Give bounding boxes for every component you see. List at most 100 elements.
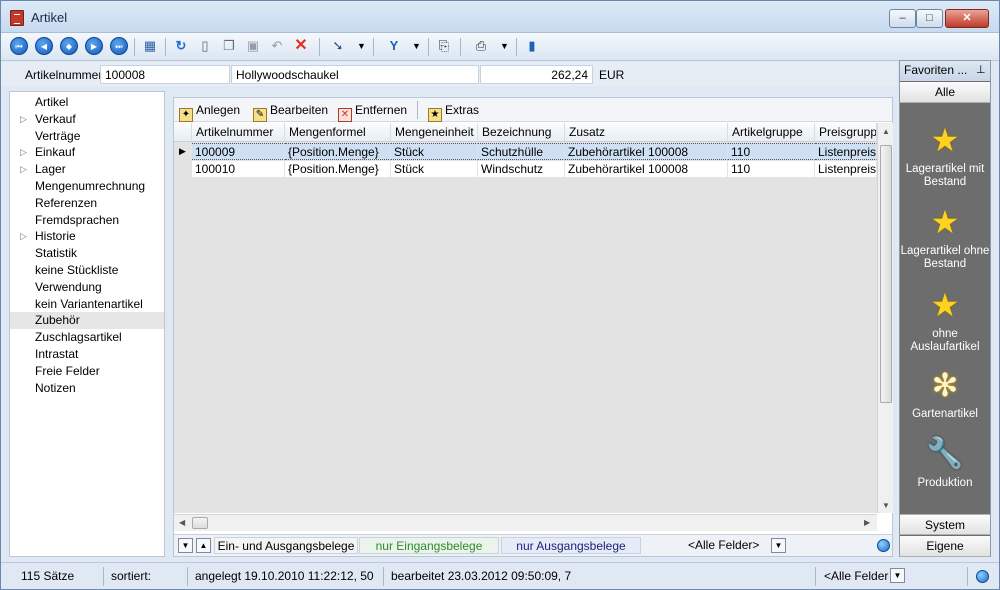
table-cell[interactable]: Stück	[391, 143, 478, 160]
status-fields-dropdown-arrow[interactable]: ▼	[890, 568, 905, 583]
nav-item[interactable]: Verträge	[10, 128, 164, 145]
filter-icon[interactable]: Y	[385, 37, 403, 55]
previous-record-icon[interactable]: ◀	[35, 37, 53, 55]
column-header[interactable]: Preisgruppe	[815, 123, 877, 142]
nav-item[interactable]: Zubehör	[10, 312, 164, 330]
pointer-dropdown-arrow[interactable]: ▼	[357, 37, 366, 55]
delete-icon[interactable]: ✕	[292, 37, 310, 55]
nav-item[interactable]: Freie Felder	[10, 363, 164, 380]
table-cell[interactable]: Zubehörartikel 100008	[565, 143, 728, 160]
pin-icon[interactable]: ⊥	[976, 61, 986, 80]
status-fields-select[interactable]: <Alle Felder>	[819, 567, 889, 586]
scroll-left-icon[interactable]: ◀	[179, 518, 185, 527]
horizontal-scrollbar[interactable]: ◀ ▶	[174, 514, 877, 531]
column-header[interactable]: Bezeichnung	[478, 123, 565, 142]
favorites-tab-eigene[interactable]: Eigene	[900, 536, 990, 557]
favorites-tab-system[interactable]: System	[900, 514, 990, 535]
filter-incoming-tab[interactable]: nur Eingangsbelege	[359, 537, 499, 554]
vertical-scrollbar[interactable]: ▲ ▼	[877, 123, 893, 513]
table-view-icon[interactable]: ▦	[141, 37, 159, 55]
pointer-icon[interactable]: ➘	[329, 37, 347, 55]
table-cell[interactable]: Zubehörartikel 100008	[565, 161, 728, 178]
nav-item[interactable]: Referenzen	[10, 195, 164, 212]
table-cell[interactable]: 100009	[192, 143, 285, 160]
nav-item[interactable]: kein Variantenartikel	[10, 296, 164, 313]
nav-item[interactable]: ▷ Verkauf	[10, 111, 164, 128]
nav-item[interactable]: Verwendung	[10, 279, 164, 296]
new-document-icon[interactable]: ▯	[196, 37, 214, 55]
column-header[interactable]: Mengeneinheit	[391, 123, 478, 142]
table-cell[interactable]: Listenpreis	[815, 143, 877, 160]
artikelnummer-field[interactable]: 100008	[100, 65, 230, 84]
favorite-ohne-auslaufartikel[interactable]: ★ ohne Auslaufartikel	[900, 288, 990, 354]
table-cell[interactable]: 100010	[192, 161, 285, 178]
horizontal-scroll-thumb[interactable]	[192, 517, 208, 529]
anlegen-button[interactable]: ✦ Anlegen	[179, 102, 240, 122]
collapse-up-icon[interactable]: ▲	[196, 538, 211, 553]
column-header[interactable]: Artikelnummer	[192, 123, 285, 142]
collapse-down-icon[interactable]: ▼	[178, 538, 193, 553]
price-field[interactable]: 262,24	[480, 65, 593, 84]
nav-item[interactable]: Mengenumrechnung	[10, 178, 164, 195]
nav-item[interactable]: Statistik	[10, 245, 164, 262]
report-icon[interactable]: ⎘	[435, 37, 453, 55]
filter-dropdown-arrow[interactable]: ▼	[412, 37, 421, 55]
table-cell[interactable]: {Position.Menge}	[285, 143, 391, 160]
undo-icon[interactable]: ↶	[268, 37, 286, 55]
close-button[interactable]: ✕	[945, 9, 989, 28]
filter-all-tab[interactable]: Ein- und Ausgangsbelege	[214, 537, 358, 554]
globe-icon[interactable]	[877, 539, 890, 552]
favorite-gartenartikel[interactable]: ✻ Gartenartikel	[900, 368, 990, 421]
expand-icon[interactable]: ▷	[20, 144, 27, 160]
filter-outgoing-tab[interactable]: nur Ausgangsbelege	[501, 537, 641, 554]
print-icon[interactable]: ⎙	[472, 37, 490, 55]
column-header[interactable]: Artikelgruppe	[728, 123, 815, 142]
minimize-button[interactable]: ‒	[889, 9, 916, 28]
copy-icon[interactable]: ❐	[220, 37, 238, 55]
status-globe-icon[interactable]	[976, 570, 989, 583]
favorite-lagerartikel-ohne-bestand[interactable]: ★ Lagerartikel ohne Bestand	[900, 205, 990, 271]
column-header[interactable]: Zusatz	[565, 123, 728, 142]
scroll-down-icon[interactable]: ▼	[882, 501, 890, 510]
first-record-icon[interactable]: ⏮	[10, 37, 28, 55]
scroll-up-icon[interactable]: ▲	[882, 127, 890, 136]
table-cell[interactable]: 110	[728, 161, 815, 178]
table-cell[interactable]: {Position.Menge}	[285, 161, 391, 178]
add-record-icon[interactable]: ◆	[60, 37, 78, 55]
refresh-icon[interactable]: ↻	[172, 37, 190, 55]
nav-item[interactable]: Zuschlagsartikel	[10, 329, 164, 346]
nav-item[interactable]: keine Stückliste	[10, 262, 164, 279]
nav-item[interactable]: Fremdsprachen	[10, 212, 164, 229]
favorites-tab-alle[interactable]: Alle	[900, 82, 990, 103]
save-icon[interactable]: ▣	[244, 37, 262, 55]
bearbeiten-button[interactable]: ✎ Bearbeiten	[253, 102, 328, 122]
nav-item[interactable]: ▷ Einkauf	[10, 144, 164, 161]
table-cell[interactable]: 110	[728, 143, 815, 160]
bezeichnung-field[interactable]: Hollywoodschaukel	[231, 65, 479, 84]
entfernen-button[interactable]: ✕ Entfernen	[338, 102, 407, 122]
next-record-icon[interactable]: ▶	[85, 37, 103, 55]
nav-item[interactable]: ▷ Lager	[10, 161, 164, 178]
extras-button[interactable]: ★ Extras	[428, 102, 479, 122]
print-dropdown-arrow[interactable]: ▼	[500, 37, 509, 55]
maximize-button[interactable]: □	[916, 9, 943, 28]
expand-icon[interactable]: ▷	[20, 161, 27, 177]
table-cell[interactable]: Windschutz	[478, 161, 565, 178]
table-cell[interactable]: Schutzhülle	[478, 143, 565, 160]
column-header[interactable]: Mengenformel	[285, 123, 391, 142]
vertical-scroll-thumb[interactable]	[880, 145, 892, 403]
book-icon[interactable]: ▮	[523, 37, 541, 55]
nav-item[interactable]: Notizen	[10, 380, 164, 397]
table-cell[interactable]: Stück	[391, 161, 478, 178]
favorite-lagerartikel-mit-bestand[interactable]: ★ Lagerartikel mit Bestand	[900, 123, 990, 189]
nav-item[interactable]: Intrastat	[10, 346, 164, 363]
table-cell[interactable]: Listenpreis	[815, 161, 877, 178]
expand-icon[interactable]: ▷	[20, 111, 27, 127]
last-record-icon[interactable]: ⏭	[110, 37, 128, 55]
favorite-produktion[interactable]: 🔧 Produktion	[900, 437, 990, 490]
scroll-right-icon[interactable]: ▶	[864, 518, 870, 527]
nav-item[interactable]: Artikel	[10, 94, 164, 111]
fields-select[interactable]: <Alle Felder>	[684, 537, 772, 554]
expand-icon[interactable]: ▷	[20, 228, 27, 244]
nav-item[interactable]: ▷ Historie	[10, 228, 164, 245]
